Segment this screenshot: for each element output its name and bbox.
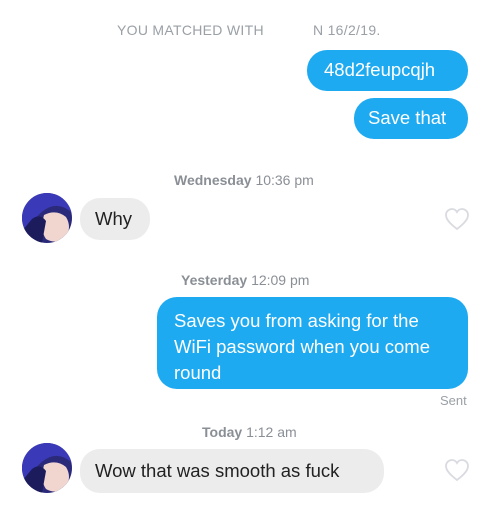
timestamp-day: Wednesday <box>174 172 252 188</box>
message-bubble-received[interactable]: Wow that was smooth as fuck <box>80 449 384 493</box>
message-text-line: round <box>174 362 222 383</box>
message-bubble-sent[interactable]: 48d2feupcqjh <box>307 50 468 91</box>
message-text: Save that <box>368 107 447 128</box>
timestamp: Yesterday 12:09 pm <box>181 272 309 288</box>
like-heart-icon[interactable] <box>444 458 470 482</box>
message-bubble-sent[interactable]: Saves you from asking for the WiFi passw… <box>157 297 468 389</box>
message-bubble-received[interactable]: Why <box>80 198 150 240</box>
timestamp: Today 1:12 am <box>202 424 297 440</box>
message-text: Why <box>95 208 132 229</box>
timestamp-time: 1:12 am <box>246 424 297 440</box>
timestamp-day: Today <box>202 424 243 440</box>
delivery-status: Sent <box>440 393 467 408</box>
timestamp-time: 10:36 pm <box>255 172 314 188</box>
match-banner: YOU MATCHED WITH N 16/2/19. <box>0 22 497 42</box>
timestamp: Wednesday 10:36 pm <box>174 172 314 188</box>
match-banner-date: N 16/2/19. <box>313 22 381 38</box>
message-text-line: Saves you from asking for the <box>174 310 419 331</box>
message-text: Wow that was smooth as fuck <box>95 460 340 481</box>
message-text-line: WiFi password when you come <box>174 336 431 357</box>
message-text: 48d2feupcqjh <box>324 59 436 80</box>
avatar[interactable] <box>22 443 72 493</box>
match-banner-prefix: YOU MATCHED WITH <box>117 22 264 38</box>
like-heart-icon[interactable] <box>444 207 470 231</box>
timestamp-time: 12:09 pm <box>251 272 310 288</box>
timestamp-day: Yesterday <box>181 272 248 288</box>
message-bubble-sent[interactable]: Save that <box>354 98 468 139</box>
avatar[interactable] <box>22 193 72 243</box>
